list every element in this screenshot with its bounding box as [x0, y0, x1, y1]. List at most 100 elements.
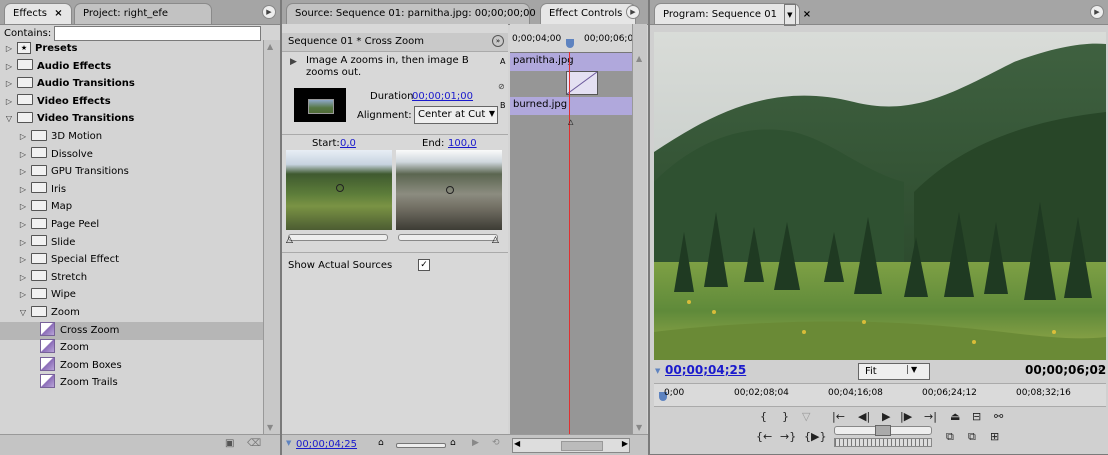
tree-item[interactable]: ▷ Special Effect [0, 251, 263, 269]
scroll-up-arrow[interactable]: ▲ [636, 54, 642, 63]
extract-icon[interactable]: ⊟ [972, 410, 981, 423]
export-frame-icon[interactable]: ⊞ [990, 430, 999, 443]
scroll-up-arrow[interactable]: ▲ [267, 42, 273, 51]
tree-item[interactable]: ▷ Video Effects [0, 93, 263, 111]
chevron-right-icon[interactable]: ▷ [4, 93, 14, 111]
tab-program[interactable]: Program: Sequence 01 ▼ × [654, 3, 811, 26]
mark-in-icon[interactable]: { [760, 410, 767, 423]
shuttle-slider[interactable] [834, 425, 932, 436]
scroll-down-arrow[interactable]: ▼ [267, 423, 273, 432]
tree-item[interactable]: ▷ Wipe [0, 286, 263, 304]
show-sources-checkbox[interactable]: ✓ [418, 259, 430, 271]
tree-item[interactable]: ▷ Iris [0, 181, 263, 199]
tree-item[interactable]: Zoom Boxes [0, 356, 263, 375]
zoom-out-icon[interactable]: ⌂ [378, 438, 384, 448]
tree-item[interactable]: Zoom Trails [0, 374, 263, 392]
tree-item[interactable]: ▽ Zoom [0, 304, 263, 322]
safe-margins-icon[interactable]: ⧉ [946, 430, 954, 444]
clip-b[interactable]: burned.jpg [510, 97, 632, 115]
mark-out-icon[interactable]: } [782, 410, 789, 423]
panel-menu-icon[interactable]: ▶ [626, 5, 640, 19]
chevron-right-icon[interactable]: ▷ [18, 181, 28, 199]
loop-icon[interactable]: ⟲ [492, 438, 500, 448]
tree-item[interactable]: Cross Zoom [0, 321, 263, 340]
tree-item[interactable]: ▷ ★ Presets [0, 40, 263, 58]
chevron-right-icon[interactable]: ▷ [4, 40, 14, 58]
output-icon[interactable]: ⧉ [968, 430, 976, 444]
zoom-in-icon[interactable]: ⌂ [450, 438, 456, 448]
chevron-down-icon[interactable]: ▽ [18, 304, 28, 322]
tree-item[interactable]: ▷ Dissolve [0, 146, 263, 164]
tree-item[interactable]: Zoom [0, 339, 263, 357]
scroll-thumb[interactable] [561, 441, 603, 451]
end-value[interactable]: 100,0 [448, 138, 477, 149]
trim-icon[interactable]: ⚯ [994, 410, 1003, 423]
contains-search-input[interactable] [54, 26, 261, 41]
end-slider[interactable] [398, 234, 498, 241]
tree-item[interactable]: ▷ Audio Transitions [0, 75, 263, 93]
shuttle-thumb[interactable] [875, 425, 891, 436]
lift-icon[interactable]: ⏏ [950, 410, 960, 423]
tree-item[interactable]: ▷ Page Peel [0, 216, 263, 234]
chevron-right-icon[interactable]: ▷ [18, 198, 28, 216]
effects-scrollbar[interactable]: ▲ ▼ [263, 40, 280, 434]
scroll-down-arrow[interactable]: ▼ [636, 423, 642, 432]
tab-effects[interactable]: Effects × [4, 3, 72, 24]
tree-item[interactable]: ▽ Video Transitions [0, 110, 263, 128]
chevron-right-icon[interactable]: ▷ [18, 269, 28, 287]
start-value[interactable]: 0,0 [340, 138, 356, 149]
scroll-right-arrow[interactable]: ▶ [622, 439, 628, 448]
tree-item[interactable]: ▷ Stretch [0, 269, 263, 287]
chevron-right-icon[interactable]: ▷ [4, 75, 14, 93]
step-forward-icon[interactable]: |▶ [900, 410, 912, 423]
end-slider-thumb[interactable]: △ [492, 235, 499, 245]
chevron-right-icon[interactable]: ▷ [18, 163, 28, 181]
go-to-out-icon[interactable]: →| [924, 410, 937, 423]
program-ruler[interactable]: 0;00 00;02;08;04 00;04;16;08 00;06;24;12… [654, 383, 1106, 407]
play-in-to-out-icon[interactable]: {▶} [804, 430, 826, 443]
play-preview-icon[interactable]: ▶ [290, 57, 297, 67]
play-icon[interactable]: ▶ [472, 438, 479, 448]
panel-menu-icon[interactable]: ▶ [1090, 5, 1104, 19]
tree-item[interactable]: ▷ 3D Motion [0, 128, 263, 146]
zoom-slider[interactable] [396, 443, 446, 448]
start-slider[interactable] [288, 234, 388, 241]
panel-menu-icon[interactable]: ▶ [262, 5, 276, 19]
chevron-right-icon[interactable]: ▷ [18, 251, 28, 269]
tree-item[interactable]: ▷ Map [0, 198, 263, 216]
horizontal-scrollbar[interactable]: ◀ ▶ [512, 438, 630, 453]
play-icon[interactable]: ▶ [882, 410, 890, 423]
go-to-in-icon[interactable]: |← [832, 410, 845, 423]
playhead-icon[interactable] [566, 39, 574, 48]
chevron-right-icon[interactable]: ▷ [18, 234, 28, 252]
chevron-right-icon[interactable]: ▷ [18, 146, 28, 164]
scroll-left-arrow[interactable]: ◀ [514, 439, 520, 448]
tab-source[interactable]: Source: Sequence 01: parnitha.jpg: 00;00… [286, 3, 536, 24]
chevron-right-icon[interactable]: ▷ [18, 286, 28, 304]
chevron-right-icon[interactable]: ▷ [4, 58, 14, 76]
go-to-next-edit-icon[interactable]: →} [780, 430, 796, 443]
delete-icon[interactable]: ⌫ [247, 438, 261, 449]
tree-item[interactable]: ▷ Slide [0, 234, 263, 252]
tree-item[interactable]: ▷ GPU Transitions [0, 163, 263, 181]
close-icon[interactable]: × [54, 8, 62, 19]
close-icon[interactable]: × [803, 9, 811, 20]
alignment-select[interactable]: Center at Cut ▼ [414, 106, 498, 124]
chevron-right-icon[interactable]: ▷ [18, 216, 28, 234]
footer-time[interactable]: 00;00;04;25 [296, 439, 357, 450]
go-to-previous-edit-icon[interactable]: {← [756, 430, 772, 443]
chevron-right-icon[interactable]: ▷ [18, 128, 28, 146]
chevron-down-icon[interactable]: ▽ [4, 110, 14, 128]
show-timeline-icon[interactable]: » [492, 35, 504, 47]
tab-effect-controls[interactable]: Effect Controls [540, 3, 636, 24]
tree-item[interactable]: ▷ Audio Effects [0, 58, 263, 76]
tab-project[interactable]: Project: right_efe [74, 3, 212, 24]
new-bin-icon[interactable]: ▣ [225, 438, 234, 449]
step-back-icon[interactable]: ◀| [858, 410, 870, 423]
effect-controls-scrollbar[interactable]: ▲ ▼ [632, 24, 647, 434]
start-slider-thumb[interactable]: △ [286, 235, 293, 245]
clip-a[interactable]: parnitha.jpg [510, 53, 632, 71]
set-marker-icon[interactable]: ▽ [802, 410, 810, 423]
fit-select[interactable]: Fit ▼ [858, 363, 930, 380]
jog-wheel[interactable] [834, 438, 932, 447]
